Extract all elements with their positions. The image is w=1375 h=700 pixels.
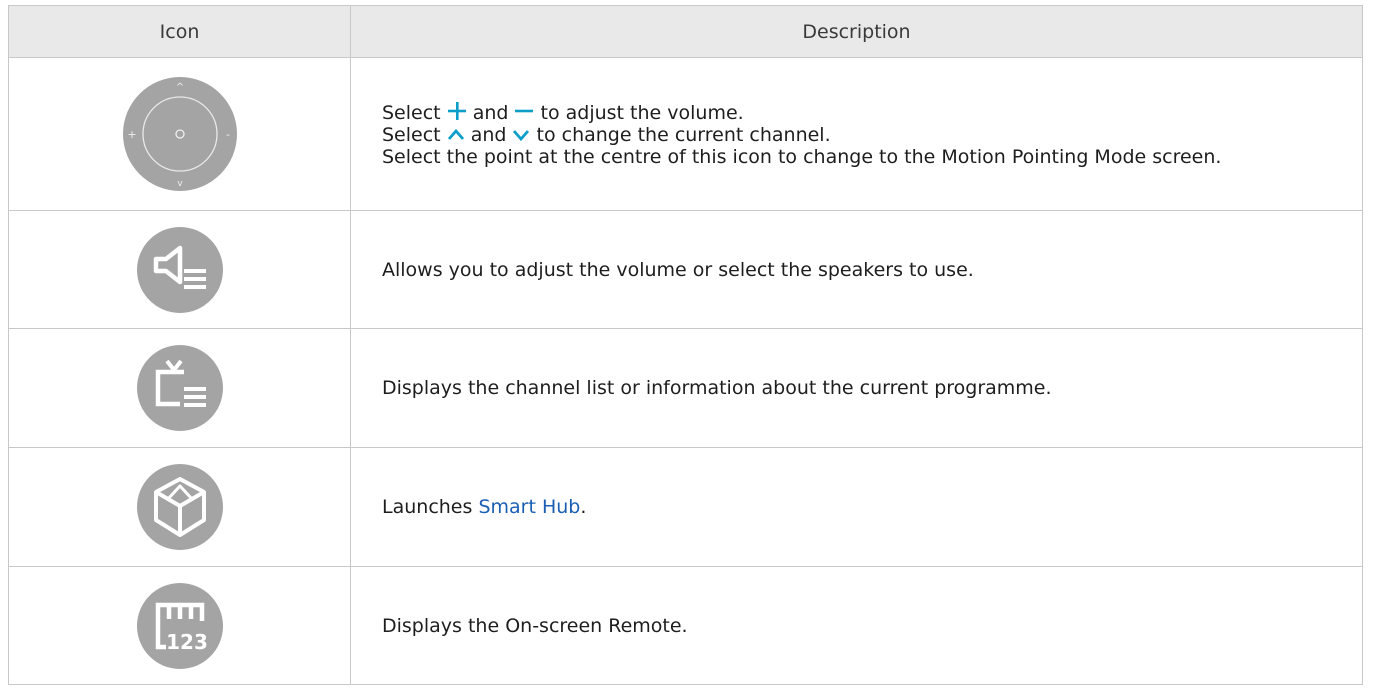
column-header-icon: Icon [8,5,351,58]
description-cell: Displays the On-screen Remote. [350,566,1363,685]
pad-plus-label: + [127,128,136,141]
icon-cell [8,328,351,448]
smart-hub-link[interactable]: Smart Hub [478,496,580,518]
description-line-pointing: Select the point at the centre of this i… [382,145,1222,168]
pad-up-label: ^ [175,82,183,93]
smart-hub-cube-icon[interactable] [136,464,223,550]
column-header-description: Description [350,5,1363,58]
onscreen-remote-123-icon[interactable]: 123 [136,582,223,669]
description-cell: Allows you to adjust the volume or selec… [350,210,1363,329]
icon-cell [8,447,351,567]
description-cell: Launches Smart Hub. [350,447,1363,567]
speaker-list-icon[interactable] [136,226,223,313]
chevron-down-icon [512,122,530,147]
volume-channel-pad-icon[interactable]: ^ v + - [122,76,238,192]
pad-minus-label: - [226,128,230,141]
description-cell: Displays the channel list or information… [350,328,1363,448]
icon-description-table: Icon Description ^ v + - Select and to a [8,5,1363,685]
chevron-up-icon [447,122,465,147]
minus-icon [514,100,534,125]
plus-icon [447,100,467,125]
table-header-row: Icon Description [8,5,1363,58]
tv-channel-list-icon[interactable] [136,345,223,431]
table-row: ^ v + - Select and to adjust the volume.… [8,57,1363,211]
table-row: 123 Displays the On-screen Remote. [8,566,1363,685]
icon-cell [8,210,351,329]
icon-cell: ^ v + - [8,57,351,211]
pad-down-label: v [177,179,183,189]
table-row: Allows you to adjust the volume or selec… [8,210,1363,329]
description-cell: Select and to adjust the volume. Select … [350,57,1363,211]
icon-cell: 123 [8,566,351,685]
remote-123-label: 123 [166,630,208,654]
description-line-volume: Select and to adjust the volume. [382,100,744,125]
table-row: Displays the channel list or information… [8,328,1363,448]
description-line-channel: Select and to change the current channel… [382,122,831,147]
table-row: Launches Smart Hub. [8,447,1363,567]
